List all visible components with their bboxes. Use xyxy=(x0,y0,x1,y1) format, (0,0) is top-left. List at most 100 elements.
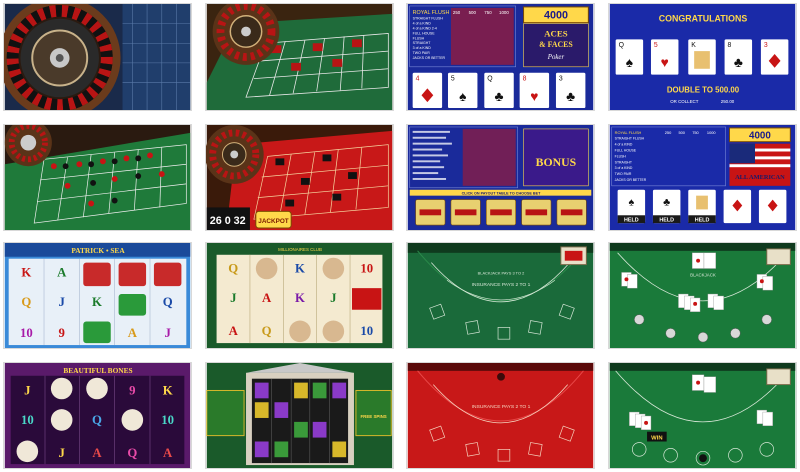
game-tile-blackjack-2[interactable]: BLACKJACK xyxy=(608,242,797,349)
svg-text:Q: Q xyxy=(163,295,173,309)
svg-text:JACKS OR BETTER: JACKS OR BETTER xyxy=(413,56,446,60)
game-tile-double-up[interactable]: CONGRATULATIONS Q 5 K 8 3 ♠ ♥ ♣ DOUBLE T… xyxy=(608,3,797,111)
svg-text:♣: ♣ xyxy=(734,55,743,70)
slot-title: MILLIONAIRES CLUB xyxy=(278,247,322,252)
game-tile-slot-temple[interactable]: FREE SPINS xyxy=(205,362,394,469)
slot-title: PATRICK • SEA xyxy=(71,246,125,255)
svg-text:♠: ♠ xyxy=(626,55,633,70)
svg-text:3 of a KIND: 3 of a KIND xyxy=(615,166,633,170)
svg-text:J: J xyxy=(330,291,337,305)
game-tile-roulette-jackpot[interactable]: 26 0 32 JACKPOT xyxy=(205,124,394,231)
congratulations-title: CONGRATULATIONS xyxy=(659,14,748,24)
svg-text:A: A xyxy=(163,446,173,460)
svg-text:♥: ♥ xyxy=(530,89,538,104)
game-tile-aces-faces-poker[interactable]: ROYAL FLUSH STRAIGHT FLUSH 4 of a KIND 4… xyxy=(406,3,595,111)
svg-text:JACKS OR BETTER: JACKS OR BETTER xyxy=(615,178,647,182)
svg-text:Q: Q xyxy=(228,261,238,275)
svg-text:1000: 1000 xyxy=(499,10,509,15)
svg-text:3: 3 xyxy=(559,76,563,83)
svg-text:K: K xyxy=(691,42,696,49)
svg-text:K: K xyxy=(163,383,173,397)
game-tile-blackjack-red[interactable]: INSURANCE PAYS 2 TO 1 xyxy=(406,362,595,469)
casino-games-grid: ROYAL FLUSH STRAIGHT FLUSH 4 of a KIND 4… xyxy=(0,0,800,472)
roulette-green-screenshot xyxy=(4,125,191,230)
svg-text:Q: Q xyxy=(487,76,492,83)
svg-text:♣: ♣ xyxy=(495,89,504,104)
game-logo: ACES xyxy=(544,28,568,38)
svg-text:K: K xyxy=(295,261,305,275)
double-up-screenshot: CONGRATULATIONS Q 5 K 8 3 ♠ ♥ ♣ DOUBLE T… xyxy=(609,4,796,110)
svg-text:FLUSH: FLUSH xyxy=(615,154,627,158)
roulette-jackpot-screenshot: 26 0 32 JACKPOT xyxy=(206,125,393,230)
svg-text:250: 250 xyxy=(453,10,461,15)
svg-text:A: A xyxy=(57,265,67,279)
svg-text:♠: ♠ xyxy=(628,196,634,208)
game-tile-slot-millionaires[interactable]: MILLIONAIRES CLUB Q J K 10 A Q J 10 K A xyxy=(205,242,394,349)
game-tile-roulette-green[interactable] xyxy=(3,124,192,231)
collect-amount: 250.00 xyxy=(721,99,735,104)
svg-text:500: 500 xyxy=(678,130,685,135)
svg-text:500: 500 xyxy=(469,10,477,15)
held-label: HELD xyxy=(659,218,674,224)
svg-text:Q: Q xyxy=(21,295,31,309)
svg-text:8: 8 xyxy=(523,76,527,83)
svg-text:♠: ♠ xyxy=(459,89,466,104)
svg-text:STRAIGHT: STRAIGHT xyxy=(615,160,633,164)
card-row: 4 5 Q 8 3 ♠ ♣ ♥ ♣ xyxy=(412,72,586,109)
svg-text:1000: 1000 xyxy=(707,130,717,135)
jackpot-label: JACKPOT xyxy=(258,218,289,225)
svg-text:TWO PAIR: TWO PAIR xyxy=(413,51,431,55)
collect-label: OR COLLECT xyxy=(670,99,698,104)
game-tile-bonus-poker[interactable]: BONUS CLICK ON PAYOUT TABLE TO CHOOSE BE… xyxy=(406,124,595,231)
game-tile-roulette-table[interactable] xyxy=(205,3,394,111)
svg-text:Q: Q xyxy=(262,324,272,338)
svg-text:K: K xyxy=(92,295,102,309)
svg-text:10: 10 xyxy=(360,261,373,275)
svg-text:Q: Q xyxy=(92,413,102,427)
video-poker-screenshot: ROYAL FLUSH STRAIGHT FLUSH 4 of a KIND 4… xyxy=(407,4,594,110)
svg-text:750: 750 xyxy=(484,10,492,15)
table-insurance-text: INSURANCE PAYS 2 TO 1 xyxy=(472,282,531,288)
svg-text:& FACES: & FACES xyxy=(539,40,573,49)
slot-temple-screenshot: FREE SPINS xyxy=(206,363,393,468)
game-tile-slot-sea[interactable]: PATRICK • SEA K A Q J 10 9 K A Q J xyxy=(3,242,192,349)
win-label: WIN xyxy=(651,436,662,442)
slot-title: BEAUTIFUL BONES xyxy=(63,366,132,375)
svg-text:STRAIGHT: STRAIGHT xyxy=(413,41,432,45)
number-history: 26 0 32 xyxy=(210,215,246,227)
svg-text:TWO PAIR: TWO PAIR xyxy=(615,172,632,176)
game-tile-roulette-wheel[interactable] xyxy=(3,3,192,111)
game-tile-all-american[interactable]: ROYAL FLUSH STRAIGHT FLUSH 4 of a KIND F… xyxy=(608,124,797,231)
held-label: HELD xyxy=(695,218,710,224)
game-tile-slot-bones[interactable]: BEAUTIFUL BONES J 10 9 K Q A J 10 Q A xyxy=(3,362,192,469)
svg-text:FLUSH: FLUSH xyxy=(413,36,425,40)
held-label: HELD xyxy=(624,218,639,224)
svg-text:4 of a KIND: 4 of a KIND xyxy=(413,22,432,26)
svg-text:Q: Q xyxy=(127,446,137,460)
svg-text:4 of a KIND: 4 of a KIND xyxy=(615,143,633,147)
svg-text:A: A xyxy=(128,326,138,340)
pay-row-0: ROYAL FLUSH xyxy=(413,10,450,16)
svg-text:J: J xyxy=(24,383,31,397)
svg-text:10: 10 xyxy=(20,326,33,340)
roulette-table-screenshot xyxy=(206,4,393,110)
svg-text:J: J xyxy=(230,291,237,305)
free-spins-label: FREE SPINS xyxy=(360,414,386,419)
game-tile-blackjack-1[interactable]: INSURANCE PAYS 2 TO 1 BLACKJACK PAYS 3 T… xyxy=(406,242,595,349)
svg-text:A: A xyxy=(262,291,272,305)
svg-text:♥: ♥ xyxy=(661,55,669,70)
svg-text:STRAIGHT FLUSH: STRAIGHT FLUSH xyxy=(615,137,645,141)
svg-text:10: 10 xyxy=(21,413,34,427)
svg-text:5: 5 xyxy=(451,76,455,83)
svg-text:ROYAL FLUSH: ROYAL FLUSH xyxy=(615,130,642,135)
svg-text:J: J xyxy=(58,446,65,460)
table-insurance-text: INSURANCE PAYS 2 TO 1 xyxy=(472,404,531,410)
game-logo: ALL AMERICAN xyxy=(735,174,785,181)
game-tile-blackjack-3[interactable]: WIN xyxy=(608,362,797,469)
blackjack-red-screenshot: INSURANCE PAYS 2 TO 1 xyxy=(407,363,594,468)
svg-text:10: 10 xyxy=(161,413,174,427)
svg-text:5: 5 xyxy=(654,42,658,49)
roulette-wheel-screenshot xyxy=(4,4,191,110)
table-rule-text: BLACKJACK PAYS 3 TO 2 xyxy=(478,270,525,275)
blackjack-hands-screenshot: BLACKJACK xyxy=(609,243,796,348)
